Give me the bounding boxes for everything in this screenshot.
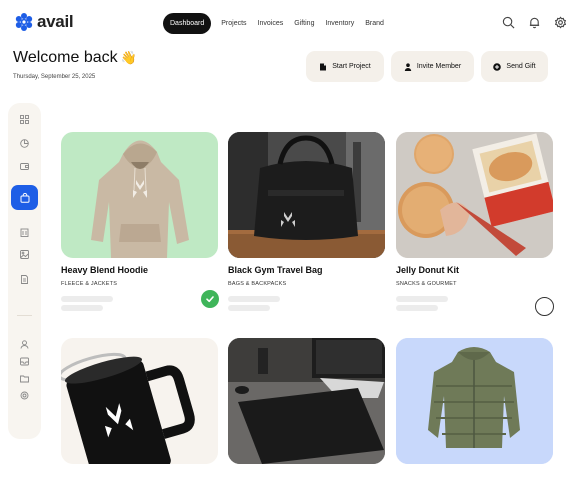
- building-icon[interactable]: [19, 227, 30, 238]
- placeholder-bar: [396, 305, 438, 311]
- placeholder-bar: [61, 296, 113, 302]
- product-image-donut-kit: [396, 132, 553, 258]
- wave-emoji: 👋: [120, 50, 137, 65]
- inbox-icon[interactable]: [19, 356, 30, 367]
- product-card[interactable]: Heavy Blend Hoodie FLEECE & JACKETS: [61, 132, 219, 311]
- nav-gifting[interactable]: Gifting: [293, 20, 315, 27]
- image-icon[interactable]: [19, 249, 30, 260]
- invite-member-label: Invite Member: [416, 63, 462, 70]
- product-category: BAGS & BACKPACKS: [228, 281, 287, 287]
- current-date: Thursday, September 25, 2025: [13, 74, 96, 80]
- nav-projects[interactable]: Projects: [220, 20, 247, 27]
- header-icons: [502, 16, 567, 29]
- send-gift-label: Send Gift: [506, 63, 536, 70]
- placeholder-bar: [228, 296, 280, 302]
- brand-name: avail: [37, 12, 74, 31]
- product-image-hoodie: [61, 132, 218, 258]
- invite-member-button[interactable]: Invite Member: [391, 51, 474, 82]
- product-category: SNACKS & GOURMET: [396, 281, 457, 287]
- product-image-puffer-jacket[interactable]: [396, 338, 553, 464]
- bag-icon[interactable]: [11, 185, 38, 210]
- check-icon: [206, 296, 214, 303]
- bell-icon[interactable]: [528, 16, 541, 29]
- product-category: FLEECE & JACKETS: [61, 281, 118, 287]
- product-image-gym-bag: [228, 132, 385, 258]
- placeholder-bar: [396, 296, 448, 302]
- sidebar: [8, 103, 41, 439]
- gift-icon: [493, 62, 502, 71]
- nav-brand[interactable]: Brand: [364, 20, 385, 27]
- search-icon[interactable]: [502, 16, 515, 29]
- product-image-mug[interactable]: [61, 338, 218, 464]
- selected-checkbox[interactable]: [201, 290, 219, 308]
- nav-inventory[interactable]: Inventory: [324, 20, 355, 27]
- quick-actions: Start Project Invite Member Send Gift: [306, 51, 548, 82]
- file-icon[interactable]: [19, 274, 30, 285]
- product-title: Jelly Donut Kit: [396, 265, 460, 275]
- brand-logo[interactable]: avail: [14, 12, 74, 32]
- document-icon: [320, 63, 327, 70]
- pie-chart-icon[interactable]: [19, 138, 30, 149]
- product-image-desk-mat[interactable]: [228, 338, 385, 464]
- user-icon[interactable]: [19, 339, 30, 350]
- page-title: Welcome back 👋: [13, 49, 137, 67]
- welcome-text: Welcome back: [13, 49, 118, 66]
- placeholder-bar: [61, 305, 103, 311]
- settings-icon[interactable]: [19, 390, 30, 401]
- settings-icon[interactable]: [554, 16, 567, 29]
- user-icon: [404, 62, 412, 71]
- product-card[interactable]: Black Gym Travel Bag BAGS & BACKPACKS: [228, 132, 385, 311]
- product-card[interactable]: Jelly Donut Kit SNACKS & GOURMET: [396, 132, 554, 316]
- nav-invoices[interactable]: Invoices: [257, 20, 285, 27]
- placeholder-bar: [228, 305, 270, 311]
- nav-dashboard[interactable]: Dashboard: [163, 13, 212, 34]
- start-project-button[interactable]: Start Project: [306, 51, 384, 82]
- product-title: Black Gym Travel Bag: [228, 265, 323, 275]
- send-gift-button[interactable]: Send Gift: [481, 51, 548, 82]
- start-project-label: Start Project: [332, 63, 371, 70]
- product-title: Heavy Blend Hoodie: [61, 265, 149, 275]
- top-nav: Dashboard Projects Invoices Gifting Inve…: [163, 13, 385, 34]
- select-radio[interactable]: [535, 297, 554, 316]
- folder-icon[interactable]: [19, 373, 30, 384]
- grid-icon[interactable]: [19, 114, 30, 125]
- sidebar-divider: [17, 315, 32, 316]
- brand-logo-icon: [15, 13, 33, 31]
- wallet-icon[interactable]: [19, 161, 30, 172]
